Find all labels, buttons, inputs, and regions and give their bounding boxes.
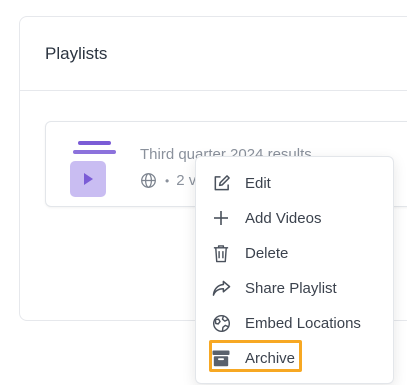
menu-item-add-videos[interactable]: Add Videos (210, 203, 321, 233)
trash-icon (213, 244, 229, 262)
thumbnail-box (70, 161, 106, 197)
thumbnail-bar-middle (73, 150, 116, 154)
more-options-button[interactable] (400, 141, 407, 165)
play-icon (84, 173, 93, 185)
page: Playlists Third quarter 2024 results • 2… (0, 0, 407, 385)
playlist-thumbnail (70, 141, 120, 197)
panel-header: Playlists (20, 17, 407, 91)
menu-item-label: Add Videos (245, 209, 322, 227)
menu-item-delete[interactable]: Delete (210, 238, 288, 268)
playlist-meta: • 2 v (140, 172, 196, 189)
page-title: Playlists (45, 43, 108, 63)
thumbnail-bar-top (78, 141, 111, 145)
plus-icon (214, 211, 228, 225)
menu-item-embed-locations[interactable]: Embed Locations (210, 308, 361, 338)
menu-item-label: Delete (245, 244, 289, 262)
menu-item-label: Share Playlist (245, 279, 337, 297)
video-count: 2 v (176, 172, 197, 189)
edit-icon (214, 174, 230, 190)
menu-item-label: Embed Locations (245, 314, 361, 332)
menu-item-label: Edit (245, 174, 271, 192)
playlist-context-menu: Edit Add Videos Delete Share Playlist Em… (195, 156, 394, 384)
menu-item-edit[interactable]: Edit (210, 168, 271, 198)
share-icon (212, 280, 230, 296)
menu-item-archive[interactable]: Archive (210, 343, 295, 373)
globe-icon (141, 173, 156, 188)
menu-item-label: Archive (245, 349, 296, 367)
archive-icon (212, 350, 230, 366)
menu-item-share-playlist[interactable]: Share Playlist (210, 273, 337, 303)
meta-separator: • (165, 173, 170, 188)
embed-globe-icon (212, 314, 230, 332)
